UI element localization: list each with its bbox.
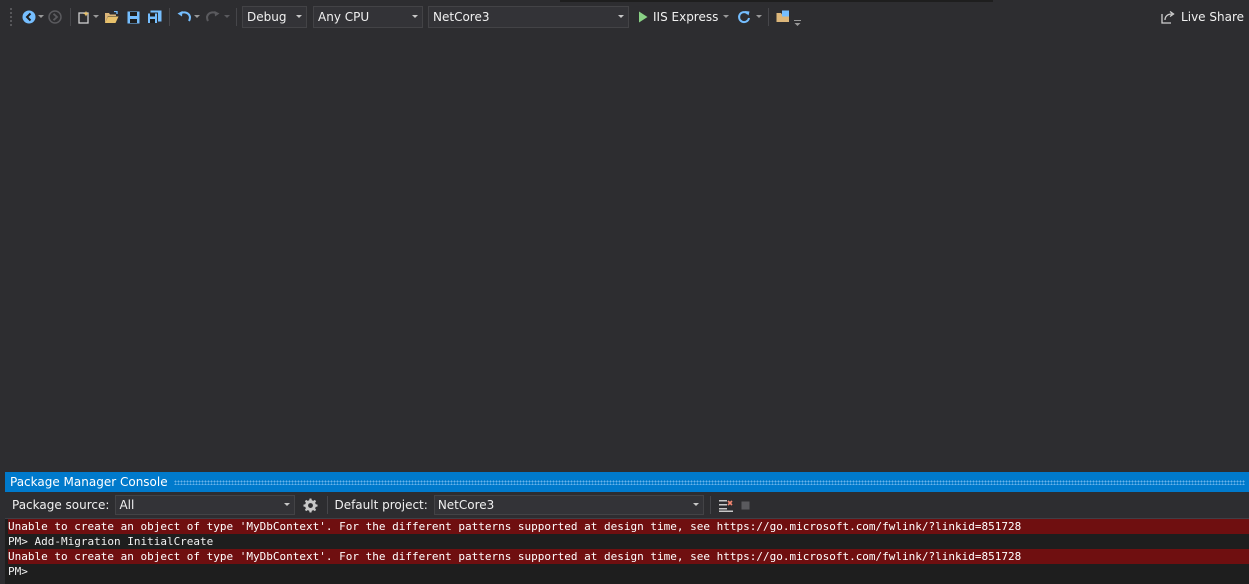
chevron-down-icon bbox=[284, 503, 291, 506]
find-in-files-button[interactable] bbox=[774, 6, 792, 28]
gear-icon bbox=[303, 497, 318, 513]
startup-project-value: NetCore3 bbox=[433, 10, 490, 24]
forward-arrow-icon bbox=[48, 10, 62, 24]
save-all-button[interactable] bbox=[144, 6, 164, 28]
toolbar-separator bbox=[70, 8, 71, 26]
undo-icon bbox=[177, 10, 191, 21]
chevron-down-icon bbox=[412, 15, 418, 18]
chevron-down-icon bbox=[756, 15, 763, 18]
redo-dropdown[interactable] bbox=[223, 6, 231, 28]
console-output[interactable]: Unable to create an object of type 'MyDb… bbox=[5, 519, 1249, 579]
live-share-label: Live Share bbox=[1181, 10, 1244, 24]
solution-platform-combo[interactable]: Any CPU bbox=[313, 6, 423, 28]
title-grip bbox=[173, 479, 1245, 485]
pmc-toolbar: Package source: All Default project: Net… bbox=[5, 492, 1249, 519]
toolbar-separator bbox=[709, 496, 711, 514]
solution-configuration-combo[interactable]: Debug bbox=[242, 6, 307, 28]
navigate-back-dropdown[interactable] bbox=[37, 6, 45, 28]
console-error-line: Unable to create an object of type 'MyDb… bbox=[8, 519, 1249, 534]
console-prompt-line[interactable]: PM> bbox=[8, 564, 1249, 579]
new-project-dropdown[interactable] bbox=[92, 6, 100, 28]
package-source-settings-button[interactable] bbox=[299, 494, 321, 516]
solution-configuration-value: Debug bbox=[247, 10, 287, 24]
chevron-down-icon bbox=[194, 15, 200, 18]
stop-icon bbox=[741, 501, 750, 509]
toolbar-separator bbox=[169, 8, 170, 26]
toolbar-grip[interactable] bbox=[9, 7, 13, 27]
refresh-icon bbox=[738, 11, 751, 24]
start-debugging-button[interactable]: IIS Express bbox=[638, 6, 720, 28]
chevron-down-icon bbox=[38, 15, 44, 18]
live-share-icon bbox=[1161, 10, 1175, 24]
folder-open-icon bbox=[104, 10, 118, 23]
overflow-chevron-icon bbox=[793, 20, 801, 26]
browser-link-refresh-button[interactable] bbox=[736, 6, 752, 28]
startup-project-combo[interactable]: NetCore3 bbox=[428, 6, 629, 28]
run-target-label: IIS Express bbox=[653, 10, 719, 24]
toolbar-separator bbox=[236, 8, 237, 26]
play-icon bbox=[639, 11, 648, 23]
open-file-button[interactable] bbox=[100, 6, 122, 28]
chevron-down-icon bbox=[93, 15, 99, 18]
save-icon bbox=[127, 11, 139, 23]
default-project-value: NetCore3 bbox=[437, 498, 495, 512]
package-source-value: All bbox=[119, 498, 135, 512]
toolbar-separator bbox=[768, 8, 770, 26]
find-in-files-icon bbox=[776, 10, 789, 22]
live-share-button[interactable]: Live Share bbox=[1161, 10, 1244, 24]
chevron-down-icon bbox=[692, 503, 699, 506]
run-target-dropdown[interactable] bbox=[722, 6, 730, 28]
save-all-icon bbox=[146, 10, 161, 24]
solution-platform-value: Any CPU bbox=[318, 10, 370, 24]
package-source-label: Package source: bbox=[12, 498, 110, 512]
new-project-button[interactable] bbox=[76, 6, 92, 28]
toolbar-overflow-button[interactable] bbox=[792, 6, 802, 28]
browser-link-dropdown[interactable] bbox=[755, 6, 763, 28]
navigate-back-button[interactable] bbox=[21, 6, 37, 28]
editor-area bbox=[0, 32, 1249, 471]
toolbar-separator bbox=[327, 496, 329, 514]
chevron-down-icon bbox=[224, 15, 230, 18]
redo-icon bbox=[205, 10, 219, 21]
undo-dropdown[interactable] bbox=[193, 6, 201, 28]
standard-toolbar: Debug Any CPU NetCore3 IIS Express Live … bbox=[0, 2, 1249, 32]
chevron-down-icon bbox=[618, 15, 624, 18]
stop-command-button[interactable] bbox=[735, 494, 757, 516]
navigate-forward-button[interactable] bbox=[45, 6, 65, 28]
console-error-line: Unable to create an object of type 'MyDb… bbox=[8, 549, 1249, 564]
redo-button[interactable] bbox=[201, 6, 223, 28]
package-source-combo[interactable]: All bbox=[115, 495, 296, 515]
chevron-down-icon bbox=[723, 15, 730, 18]
default-project-combo[interactable]: NetCore3 bbox=[433, 495, 704, 515]
chevron-down-icon bbox=[296, 15, 302, 18]
pmc-title: Package Manager Console bbox=[10, 475, 168, 489]
new-project-icon bbox=[78, 11, 89, 24]
pmc-title-bar[interactable]: Package Manager Console bbox=[5, 472, 1249, 492]
undo-button[interactable] bbox=[175, 6, 193, 28]
default-project-label: Default project: bbox=[334, 498, 428, 512]
console-command-line: PM> Add-Migration InitialCreate bbox=[8, 535, 214, 548]
package-manager-console: Package Manager Console Package source: … bbox=[5, 472, 1249, 584]
clear-console-icon bbox=[718, 499, 733, 512]
clear-console-button[interactable] bbox=[717, 494, 735, 516]
back-arrow-icon bbox=[22, 10, 36, 24]
save-button[interactable] bbox=[122, 6, 144, 28]
